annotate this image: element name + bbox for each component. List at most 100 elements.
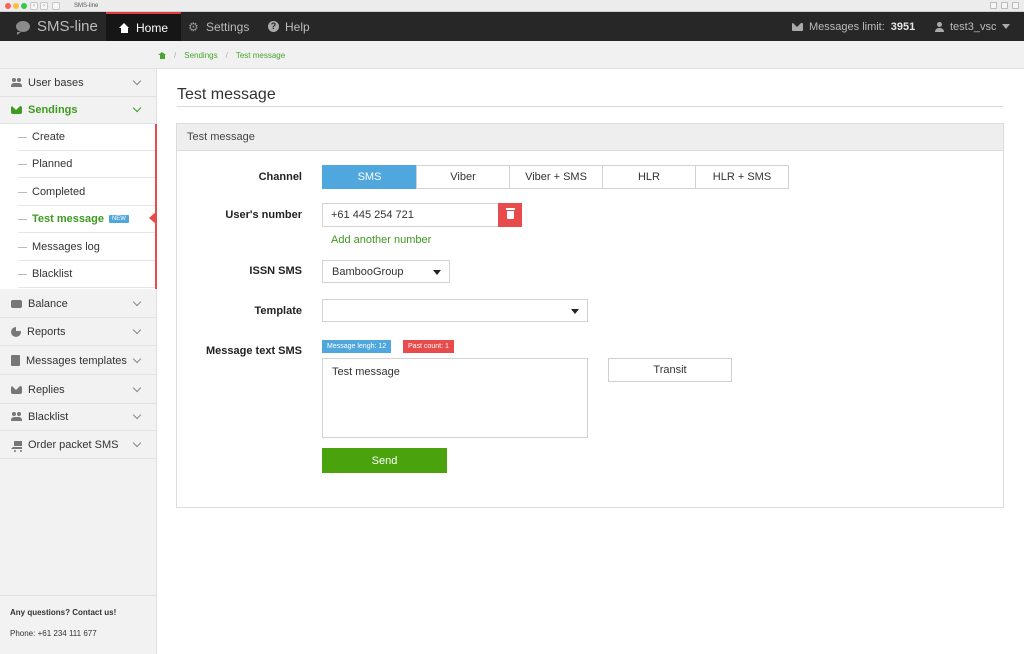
message-length-badge: Message lengh: 12 (322, 340, 392, 353)
sidebar-item-label: Sendings (28, 103, 78, 116)
share-icon[interactable] (990, 2, 997, 9)
sidebar-item-label: Messages templates (26, 354, 127, 367)
maximize-window-icon[interactable] (21, 3, 27, 9)
submenu-item-completed[interactable]: Completed (18, 179, 155, 206)
breadcrumb-sendings[interactable]: Sendings (184, 51, 217, 60)
submenu-item-label: Completed (32, 186, 86, 198)
back-icon[interactable]: ‹ (30, 2, 38, 10)
username: test3_vsc (950, 20, 997, 33)
sidebar-item-label: User bases (28, 76, 84, 89)
chevron-down-icon (132, 325, 142, 335)
sidebar-item-order-packet-sms[interactable]: Order packet SMS (0, 431, 156, 459)
sidebar-item-sendings[interactable]: Sendings (0, 96, 156, 124)
sidebar-item-reports[interactable]: Reports (0, 318, 156, 346)
chevron-down-icon (1002, 24, 1011, 29)
submenu-item-planned[interactable]: Planned (18, 151, 155, 178)
sidebar-toggle-icon[interactable] (52, 2, 60, 10)
sendings-submenu: Create Planned Completed Test message NE… (0, 124, 157, 289)
channel-option-hlr[interactable]: HLR (602, 165, 696, 189)
issn-select[interactable]: BambooGroup (322, 260, 450, 283)
breadcrumb-separator: / (174, 50, 177, 60)
channel-selector: SMS Viber Viber + SMS HLR HLR + SMS (322, 165, 789, 189)
close-window-icon[interactable] (5, 3, 11, 9)
channel-option-sms[interactable]: SMS (322, 165, 417, 189)
browser-chrome: ‹ › SMS-line (0, 0, 1024, 12)
home-icon[interactable] (158, 51, 166, 59)
help-icon: ? (268, 21, 279, 32)
submenu-item-messages-log[interactable]: Messages log (18, 234, 155, 261)
message-text-label: Message text SMS (206, 345, 302, 357)
users-icon (11, 77, 22, 88)
users-icon (11, 411, 22, 422)
transit-button[interactable]: Transit (608, 358, 732, 382)
chevron-down-icon (132, 354, 142, 364)
messages-limit-value: 3951 (890, 20, 916, 33)
sidebar-item-label: Balance (28, 297, 68, 310)
new-badge: NEW (108, 215, 129, 223)
breadcrumb: / Sendings / Test message (158, 41, 285, 69)
wallet-icon (11, 299, 22, 308)
channel-option-hlr-sms[interactable]: HLR + SMS (695, 165, 789, 189)
messages-limit-label: Messages limit: (809, 20, 885, 33)
contact-block: Any questions? Contact us! Phone: +61 23… (0, 595, 156, 650)
gear-icon: ⚙ (188, 19, 199, 34)
brand-logo[interactable]: SMS-line (16, 12, 98, 41)
user-menu[interactable]: test3_vsc (935, 12, 1011, 41)
phone-number-value: +61 445 254 721 (331, 209, 414, 221)
chevron-down-icon (132, 103, 142, 113)
sidebar-item-label: Replies (28, 383, 65, 396)
submenu-item-test-message[interactable]: Test message NEW (18, 206, 155, 233)
sidebar-item-messages-templates[interactable]: Messages templates (0, 347, 156, 375)
sidebar-item-replies[interactable]: Replies (0, 376, 156, 404)
chevron-down-icon (132, 297, 142, 307)
nav-help[interactable]: ? Help (255, 12, 323, 41)
sidebar: User bases Sendings Create Planned Compl… (0, 69, 157, 654)
channel-label: Channel (258, 171, 302, 183)
submenu-item-label: Blacklist (32, 268, 73, 280)
tabs-icon[interactable] (1001, 2, 1008, 9)
sidebar-item-user-bases[interactable]: User bases (0, 69, 156, 97)
breadcrumb-separator: / (225, 50, 228, 60)
channel-option-viber-sms[interactable]: Viber + SMS (509, 165, 603, 189)
envelope-icon (11, 385, 22, 394)
nav-home[interactable]: Home (106, 12, 182, 41)
new-tab-icon[interactable] (1012, 2, 1019, 9)
issn-label: ISSN SMS (249, 265, 302, 277)
contact-phone: Phone: +61 234 111 677 (10, 629, 97, 638)
nav-settings[interactable]: ⚙ Settings (175, 12, 262, 41)
breadcrumb-bar: / Sendings / Test message (0, 41, 1024, 69)
channel-option-viber[interactable]: Viber (416, 165, 510, 189)
brand-name: SMS-line (37, 18, 98, 35)
envelope-icon (11, 105, 22, 114)
sidebar-item-label: Order packet SMS (28, 438, 119, 451)
chevron-down-icon (132, 438, 142, 448)
nav-help-label: Help (285, 19, 310, 34)
sidebar-item-blacklist[interactable]: Blacklist (0, 403, 156, 431)
chevron-down-icon (132, 410, 142, 420)
envelope-icon (792, 22, 803, 31)
message-textarea[interactable]: Test message (322, 358, 588, 438)
cart-icon (11, 440, 22, 452)
chevron-down-icon (132, 383, 142, 393)
submenu-item-label: Planned (32, 158, 73, 170)
document-icon (11, 355, 20, 366)
dropdown-arrow-icon (433, 270, 441, 275)
home-icon (119, 22, 130, 33)
sidebar-item-balance[interactable]: Balance (0, 290, 156, 318)
title-divider (177, 106, 1003, 107)
add-another-number-link[interactable]: Add another number (331, 234, 431, 246)
chevron-down-icon (132, 76, 142, 86)
phone-number-input[interactable]: +61 445 254 721 (322, 203, 499, 227)
delete-number-button[interactable] (498, 203, 522, 227)
submenu-item-create[interactable]: Create (18, 124, 155, 151)
send-button[interactable]: Send (322, 448, 447, 473)
forward-icon[interactable]: › (40, 2, 48, 10)
sidebar-item-label: Reports (27, 325, 66, 338)
nav-settings-label: Settings (206, 19, 250, 34)
user-icon (935, 21, 944, 32)
submenu-item-blacklist[interactable]: Blacklist (18, 261, 155, 288)
minimize-window-icon[interactable] (13, 3, 19, 9)
top-navbar: SMS-line Home ⚙ Settings ? Help Messages… (0, 12, 1024, 41)
pie-chart-icon (11, 325, 21, 337)
template-select[interactable] (322, 299, 588, 322)
